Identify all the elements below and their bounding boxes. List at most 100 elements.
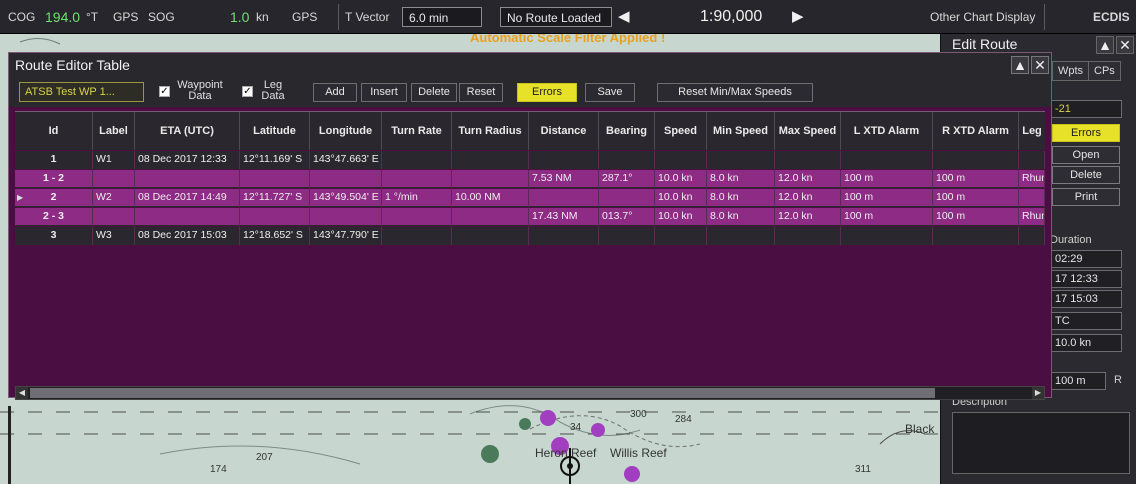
cell-turn-radius[interactable] [452,227,529,245]
cell-eta[interactable]: 08 Dec 2017 15:03 [135,227,240,245]
cell-max-speed[interactable]: 12.0 kn [775,170,841,188]
cell-lxtd[interactable]: 100 m [841,170,933,188]
edit-errors-button[interactable]: Errors [1052,124,1120,142]
cell-eta[interactable] [135,170,240,188]
scroll-right-icon[interactable]: ▶ [1032,387,1044,399]
col-lxtd-alarm[interactable]: L XTD Alarm [841,112,933,150]
cell-turn-rate[interactable] [382,208,452,226]
col-id[interactable]: Id [15,112,93,150]
col-min-speed[interactable]: Min Speed [707,112,775,150]
cell-lon[interactable] [310,208,382,226]
cell-bearing[interactable]: 287.1° [599,170,655,188]
cell-label[interactable]: W3 [93,227,135,245]
tvector-value[interactable]: 6.0 min [402,7,482,27]
leg-data-checkbox[interactable]: ✓ Leg Data [242,80,292,104]
description-field[interactable] [952,412,1130,474]
cell-distance[interactable] [529,151,599,169]
insert-button[interactable]: Insert [361,83,407,102]
cell-rxtd[interactable]: 100 m [933,170,1019,188]
collapse-icon[interactable]: ▲ [1011,56,1029,74]
delete-route-button[interactable]: Delete [1052,166,1120,184]
cell-leg[interactable]: Rhum [1019,208,1045,226]
scroll-left-icon[interactable]: ◀ [16,387,28,399]
cell-bearing[interactable]: 013.7° [599,208,655,226]
col-turn-rate[interactable]: Turn Rate [382,112,452,150]
col-bearing[interactable]: Bearing [599,112,655,150]
col-eta[interactable]: ETA (UTC) [135,112,240,150]
save-button[interactable]: Save [585,83,635,102]
col-turn-radius[interactable]: Turn Radius [452,112,529,150]
cell-lon[interactable]: 143°47.663' E [310,151,382,169]
cell-lat[interactable] [240,170,310,188]
cell-speed[interactable]: 10.0 kn [655,189,707,207]
col-label[interactable]: Label [93,112,135,150]
cell-rxtd[interactable] [933,227,1019,245]
cell-id[interactable]: 1 [15,151,93,169]
col-max-speed[interactable]: Max Speed [775,112,841,150]
col-latitude[interactable]: Latitude [240,112,310,150]
close-icon[interactable]: ✕ [1116,36,1134,54]
delete-button[interactable]: Delete [411,83,457,102]
cell-lat[interactable]: 12°11.727' S [240,189,310,207]
col-rxtd-alarm[interactable]: R XTD Alarm [933,112,1019,150]
cell-rxtd[interactable] [933,151,1019,169]
cell-speed[interactable] [655,151,707,169]
cell-label[interactable] [93,170,135,188]
tab-cps[interactable]: CPs [1088,61,1121,81]
other-chart-display[interactable]: Other Chart Display [930,0,1035,34]
add-button[interactable]: Add [313,83,357,102]
cell-turn-radius[interactable] [452,208,529,226]
cell-lxtd[interactable] [841,227,933,245]
cell-bearing[interactable] [599,189,655,207]
window-titlebar[interactable]: Route Editor Table ▲ ✕ [9,53,1051,77]
cell-speed[interactable]: 10.0 kn [655,208,707,226]
cell-bearing[interactable] [599,151,655,169]
cell-eta[interactable] [135,208,240,226]
cell-id[interactable]: 2 - 3 [15,208,93,226]
cell-turn-radius[interactable] [452,151,529,169]
col-longitude[interactable]: Longitude [310,112,382,150]
waypoint-row[interactable]: 1 W1 08 Dec 2017 12:33 12°11.169' S 143°47.6… [15,151,1045,169]
cell-max-speed[interactable]: 12.0 kn [775,208,841,226]
cell-distance[interactable]: 7.53 NM [529,170,599,188]
reset-button[interactable]: Reset [459,83,503,102]
collapse-icon[interactable]: ▲ [1096,36,1114,54]
cell-lat[interactable]: 12°18.652' S [240,227,310,245]
cell-speed[interactable]: 10.0 kn [655,170,707,188]
leg-row[interactable]: 2 - 3 17.43 NM 013.7° 10.0 kn 8.0 kn 12.0 kn 1… [15,208,1045,226]
cell-lon[interactable] [310,170,382,188]
cell-turn-radius[interactable] [452,170,529,188]
col-speed[interactable]: Speed [655,112,707,150]
waypoint-data-checkbox[interactable]: ✓ Waypoint Data [159,80,229,104]
cell-min-speed[interactable] [707,227,775,245]
print-button[interactable]: Print [1052,188,1120,206]
cell-turn-rate[interactable] [382,170,452,188]
open-button[interactable]: Open [1052,146,1120,164]
scale-increase-icon[interactable]: ▶ [792,6,804,28]
cell-min-speed[interactable] [707,151,775,169]
cell-distance[interactable] [529,189,599,207]
cell-distance[interactable] [529,227,599,245]
cell-rxtd[interactable]: 100 m [933,189,1019,207]
scroll-thumb[interactable] [30,388,935,398]
cell-min-speed[interactable]: 8.0 kn [707,170,775,188]
close-icon[interactable]: ✕ [1031,56,1049,74]
cell-eta[interactable]: 08 Dec 2017 12:33 [135,151,240,169]
cell-id[interactable]: 3 [15,227,93,245]
cell-turn-rate[interactable] [382,151,452,169]
cell-bearing[interactable] [599,227,655,245]
reset-min-max-speeds-button[interactable]: Reset Min/Max Speeds [657,83,813,102]
cell-label[interactable] [93,208,135,226]
cell-max-speed[interactable]: 12.0 kn [775,189,841,207]
cell-lat[interactable]: 12°11.169' S [240,151,310,169]
cell-lon[interactable]: 143°47.790' E [310,227,382,245]
cell-turn-rate[interactable] [382,227,452,245]
cell-label[interactable]: W1 [93,151,135,169]
xtd-value[interactable]: 100 m [1050,372,1106,390]
scale-decrease-icon[interactable]: ◀ [618,6,630,28]
cell-leg[interactable]: Rhum [1019,170,1045,188]
cell-lxtd[interactable] [841,151,933,169]
cell-lat[interactable] [240,208,310,226]
col-leg[interactable]: Leg [1019,112,1045,150]
cell-min-speed[interactable]: 8.0 kn [707,189,775,207]
